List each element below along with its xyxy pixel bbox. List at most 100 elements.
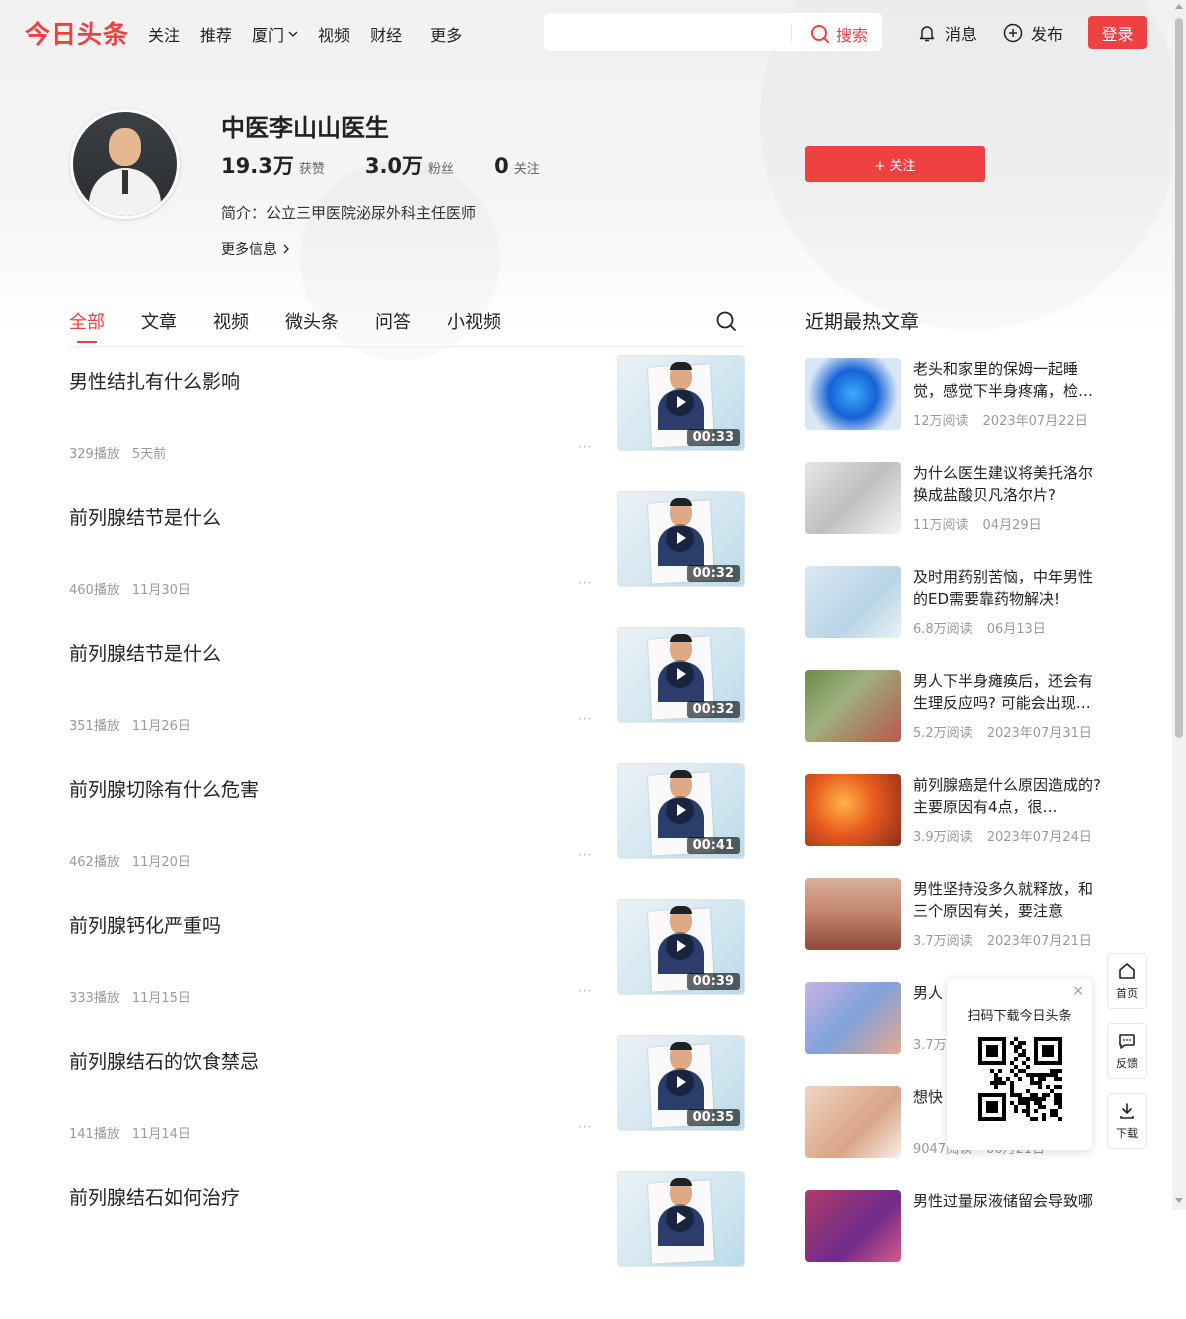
avatar[interactable] [70,109,180,219]
nav-item-more[interactable]: 更多 [430,22,462,46]
nav-item-city[interactable]: 厦门 [252,22,298,46]
top-header: 今日头条 关注 推荐 厦门 视频 财经 更多 搜索 消息 发布 登录 [0,0,1172,64]
close-icon[interactable]: × [1072,983,1084,999]
feed-item[interactable]: 前列腺结节是什么 460播放 11月30日 ⋯ 00:32 [69,491,745,639]
follow-button[interactable]: + 关注 [805,146,985,182]
tab-qa[interactable]: 问答 [375,308,411,334]
search-input[interactable] [554,21,788,45]
nav-item-finance[interactable]: 财经 [370,22,402,46]
feed-item[interactable]: 前列腺结石如何治疗 [69,1171,745,1319]
hot-article-thumbnail[interactable] [805,462,901,534]
float-download-button[interactable]: 下载 [1107,1093,1147,1149]
login-button[interactable]: 登录 [1088,16,1147,49]
video-thumbnail[interactable]: 00:32 [617,491,745,587]
hot-article-thumbnail[interactable] [805,774,901,846]
messages-button[interactable]: 消息 [917,21,977,45]
feed-item[interactable]: 前列腺结石的饮食禁忌 141播放 11月14日 ⋯ 00:35 [69,1035,745,1183]
hot-article-item[interactable]: 男性坚持没多久就释放，和三个原因有关，要注意 3.7万阅读 2023年07月21日 [805,878,1105,952]
feed-item[interactable]: 前列腺切除有什么危害 462播放 11月20日 ⋯ 00:41 [69,763,745,911]
tab-micro-posts[interactable]: 微头条 [285,308,339,334]
hot-articles-title: 近期最热文章 [805,311,920,333]
feed-item-title[interactable]: 男性结扎有什么影响 [69,367,240,394]
hot-article-thumbnail[interactable] [805,1190,901,1262]
tab-videos[interactable]: 视频 [213,308,249,334]
more-options-icon[interactable]: ⋯ [578,983,593,999]
play-icon [666,388,694,416]
search-box: 搜索 [543,12,883,52]
scroll-down-arrow[interactable] [1175,1198,1183,1203]
hot-article-title[interactable]: 男性过量尿液储留会导致哪 [913,1190,1105,1212]
feed-item-title[interactable]: 前列腺切除有什么危害 [69,775,259,802]
scroll-up-arrow[interactable] [1175,4,1183,9]
hot-article-item[interactable]: 前列腺癌是什么原因造成的? 主要原因有4点，很… 3.9万阅读 2023年07月24… [805,774,1105,848]
hot-article-thumbnail[interactable] [805,670,901,742]
video-thumbnail[interactable]: 00:41 [617,763,745,859]
hot-article-title[interactable]: 男性坚持没多久就释放，和三个原因有关，要注意 [913,878,1105,922]
stat-following[interactable]: 0 关注 [494,154,540,178]
publish-label: 发布 [1031,25,1064,44]
hot-article-title[interactable]: 前列腺癌是什么原因造成的? 主要原因有4点，很… [913,774,1105,818]
feed-item-time: 11月14日 [131,1127,191,1142]
float-feedback-button[interactable]: 反馈 [1107,1023,1147,1079]
hot-article-title[interactable]: 为什么医生建议将美托洛尔换成盐酸贝凡洛尔片? [913,462,1105,506]
tab-articles[interactable]: 文章 [141,308,177,334]
feed-item[interactable]: 前列腺钙化严重吗 333播放 11月15日 ⋯ 00:39 [69,899,745,1047]
more-options-icon[interactable]: ⋯ [578,711,593,727]
scroll-thumb[interactable] [1175,18,1183,738]
feed-item[interactable]: 男性结扎有什么影响 329播放 5天前 ⋯ 00:33 [69,355,745,503]
hot-article-item[interactable]: 及时用药别苦恼，中年男性的ED需要靠药物解决! 6.8万阅读 06月13日 [805,566,1105,640]
video-thumbnail[interactable] [617,1171,745,1267]
more-options-icon[interactable]: ⋯ [578,439,593,455]
hot-article-thumbnail[interactable] [805,566,901,638]
search-button[interactable]: 搜索 [810,22,868,46]
video-thumbnail[interactable]: 00:35 [617,1035,745,1131]
hot-article-thumbnail[interactable] [805,982,901,1054]
hot-article-date: 2023年07月31日 [986,726,1092,741]
nav-item-recommend[interactable]: 推荐 [200,22,232,46]
toutiao-logo[interactable]: 今日头条 [25,15,129,51]
nav-item-follow[interactable]: 关注 [148,22,180,46]
tab-all[interactable]: 全部 [69,308,105,343]
more-options-icon[interactable]: ⋯ [578,847,593,863]
feed-item-title[interactable]: 前列腺结节是什么 [69,503,221,530]
feed-item-meta: 329播放 5天前 [69,443,166,462]
video-duration: 00:35 [686,1109,740,1126]
hot-article-title[interactable]: 及时用药别苦恼，中年男性的ED需要靠药物解决! [913,566,1105,610]
more-info-link[interactable]: 更多信息 [221,239,291,259]
hot-article-title[interactable]: 老头和家里的保姆一起睡觉，感觉下半身疼痛，检… [913,358,1105,402]
hot-article-title[interactable]: 男人下半身瘫痪后，还会有生理反应吗? 可能会出现… [913,670,1105,714]
hot-article-thumbnail[interactable] [805,358,901,430]
feed-item-time: 5天前 [131,447,167,462]
nav-item-city-label: 厦门 [252,26,285,45]
stat-following-label: 关注 [513,162,540,177]
hot-article-thumbnail[interactable] [805,1086,901,1158]
page-scrollbar[interactable] [1172,0,1186,1210]
more-options-icon[interactable]: ⋯ [578,575,593,591]
hot-article-item[interactable]: 男人下半身瘫痪后，还会有生理反应吗? 可能会出现… 5.2万阅读 2023年07月3… [805,670,1105,744]
hot-article-item[interactable]: 为什么医生建议将美托洛尔换成盐酸贝凡洛尔片? 11万阅读 04月29日 [805,462,1105,536]
float-home-button[interactable]: 首页 [1107,953,1147,1009]
hot-article-item[interactable]: 男性过量尿液储留会导致哪 [805,1190,1105,1264]
feed-item-title[interactable]: 前列腺结节是什么 [69,639,221,666]
video-thumbnail[interactable]: 00:32 [617,627,745,723]
video-duration: 00:32 [686,701,740,718]
feed-item[interactable]: 前列腺结节是什么 351播放 11月26日 ⋯ 00:32 [69,627,745,775]
play-icon [666,524,694,552]
float-home-label: 首页 [1116,987,1138,1000]
hot-article-thumbnail[interactable] [805,878,901,950]
stat-fans[interactable]: 3.0万 粉丝 [365,150,454,180]
more-options-icon[interactable]: ⋯ [578,1119,593,1135]
nav-item-video[interactable]: 视频 [318,22,350,46]
feed-item-plays: 329播放 [69,447,120,462]
feed-item-title[interactable]: 前列腺结石如何治疗 [69,1183,240,1210]
tab-short-videos[interactable]: 小视频 [447,308,501,334]
feed-item-title[interactable]: 前列腺钙化严重吗 [69,911,221,938]
publish-button[interactable]: 发布 [1003,21,1063,45]
video-thumbnail[interactable]: 00:39 [617,899,745,995]
hot-article-item[interactable]: 老头和家里的保姆一起睡觉，感觉下半身疼痛，检… 12万阅读 2023年07月22日 [805,358,1105,432]
tab-search-button[interactable] [715,310,737,336]
hot-article-meta: 3.7万阅读 2023年07月21日 [913,930,1092,949]
hot-article-meta: 5.2万阅读 2023年07月31日 [913,722,1092,741]
video-thumbnail[interactable]: 00:33 [617,355,745,451]
feed-item-title[interactable]: 前列腺结石的饮食禁忌 [69,1047,259,1074]
